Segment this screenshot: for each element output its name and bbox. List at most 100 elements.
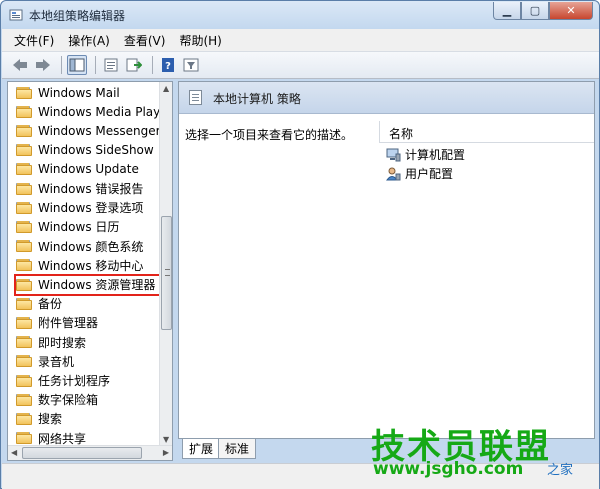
list-item-label: 用户配置 <box>405 167 454 181</box>
item-description: 选择一个项目来查看它的描述。 <box>185 128 354 142</box>
tree-item[interactable]: Windows Mail <box>16 83 120 102</box>
tree-item-label: Windows Messenger <box>38 123 160 138</box>
close-button[interactable]: ✕ <box>549 2 593 20</box>
tree-item[interactable]: Windows 颜色系统 <box>16 237 143 256</box>
name-column-label: 名称 <box>389 127 414 141</box>
export-list-icon <box>126 58 142 72</box>
folder-icon <box>16 412 32 425</box>
scroll-left-icon[interactable]: ◀ <box>11 448 17 457</box>
tree-item[interactable]: 任务计划程序 <box>16 371 110 390</box>
back-arrow-icon <box>13 59 27 71</box>
menu-file[interactable]: 文件(F) <box>14 32 54 49</box>
list-item-label: 计算机配置 <box>405 148 466 162</box>
group-policy-app-icon <box>9 9 23 21</box>
minimize-button[interactable]: ▁ <box>493 2 521 20</box>
tree-item[interactable]: 网络共享 <box>16 429 86 446</box>
policy-document-icon <box>189 90 202 105</box>
tree-item-label: Windows 日历 <box>38 220 120 235</box>
back-button[interactable] <box>10 55 30 75</box>
caption-buttons: ▁ ▢ ✕ <box>493 2 593 20</box>
tree-vertical-scrollbar[interactable]: ▲ ▼ <box>159 82 172 446</box>
tree-vertical-scroll-thumb[interactable] <box>161 216 172 330</box>
scroll-right-icon[interactable]: ▶ <box>163 448 169 457</box>
tree-pane[interactable]: Windows Mail Windows Media Playe Windows M… <box>7 81 173 461</box>
svg-text:?: ? <box>165 61 171 72</box>
help-button[interactable]: ? <box>158 55 178 75</box>
tab-standard[interactable]: 标准 <box>218 439 257 459</box>
tree-item[interactable]: Windows 移动中心 <box>16 256 143 275</box>
window-title: 本地组策略编辑器 <box>29 9 126 23</box>
tree-list: Windows Mail Windows Media Playe Windows M… <box>8 82 160 446</box>
tree-item-label: Windows 颜色系统 <box>38 239 144 254</box>
tree-item[interactable]: Windows 错误报告 <box>16 179 143 198</box>
tree-item-label: Windows Mail <box>38 85 120 100</box>
tree-item[interactable]: Windows 登录选项 <box>16 198 143 217</box>
name-column-header[interactable]: 名称 <box>379 121 594 143</box>
tree-item[interactable]: 附件管理器 <box>16 313 98 332</box>
maximize-button[interactable]: ▢ <box>521 2 549 20</box>
folder-icon <box>16 355 32 368</box>
folder-icon <box>16 297 32 310</box>
folder-icon <box>16 124 32 137</box>
tree-item-label: 任务计划程序 <box>38 374 111 388</box>
tree-horizontal-scroll-thumb[interactable] <box>22 447 142 459</box>
user-config-icon <box>386 167 401 180</box>
list-item-user-config[interactable]: 用户配置 <box>386 164 453 183</box>
tree-item[interactable]: 备份 <box>16 294 62 313</box>
help-icon: ? <box>162 58 174 72</box>
tree-item-label: Windows SideShow <box>38 143 154 158</box>
list-item-computer-config[interactable]: 计算机配置 <box>386 145 465 164</box>
tree-item[interactable]: 数字保险箱 <box>16 390 98 409</box>
folder-icon <box>16 432 32 445</box>
details-pane: 本地计算机 策略 选择一个项目来查看它的描述。 名称 计算机配置 用户配置 <box>178 81 595 439</box>
tree-item-label: Windows Update <box>38 162 139 177</box>
close-icon: ✕ <box>566 4 576 17</box>
export-list-button[interactable] <box>124 55 144 75</box>
folder-icon <box>16 240 32 253</box>
tree-item[interactable]: Windows SideShow <box>16 141 154 160</box>
tree-item-label: 数字保险箱 <box>38 393 99 408</box>
tree-horizontal-scrollbar[interactable]: ◀ ▶ <box>8 445 172 460</box>
toolbar-separator <box>95 56 96 74</box>
tree-item[interactable]: Windows Media Playe <box>16 102 160 121</box>
properties-button[interactable] <box>101 55 121 75</box>
watermark-url: www.jsgho.com <box>373 459 524 479</box>
details-header-title: 本地计算机 策略 <box>213 92 301 106</box>
tree-item-label: Windows 移动中心 <box>38 258 144 273</box>
forward-button[interactable] <box>33 55 53 75</box>
minimize-icon: ▁ <box>502 4 512 17</box>
scroll-down-icon[interactable]: ▼ <box>163 435 169 444</box>
show-tree-button[interactable] <box>67 55 87 75</box>
tree-item[interactable]: Windows Update <box>16 160 139 179</box>
filter-view-button[interactable] <box>181 55 201 75</box>
title-bar[interactable]: 本地组策略编辑器 ▁ ▢ ✕ <box>1 1 599 29</box>
properties-icon <box>104 58 118 72</box>
folder-icon <box>16 144 32 157</box>
menu-help[interactable]: 帮助(H) <box>179 32 221 49</box>
folder-icon <box>16 163 32 176</box>
folder-icon <box>16 105 32 118</box>
tree-item[interactable]: Windows Messenger <box>16 121 160 140</box>
column-divider <box>379 121 380 143</box>
toolbar-separator <box>61 56 62 74</box>
tree-item[interactable]: 录音机 <box>16 352 74 371</box>
details-header: 本地计算机 策略 <box>179 82 594 114</box>
app-window: 本地组策略编辑器 ▁ ▢ ✕ 文件(F) 操作(A) 查看(V) 帮助(H) ?… <box>0 0 600 489</box>
toolbar-separator <box>152 56 153 74</box>
scroll-up-icon[interactable]: ▲ <box>163 84 169 93</box>
folder-icon <box>16 393 32 406</box>
menu-view[interactable]: 查看(V) <box>124 32 166 49</box>
tab-standard-label: 标准 <box>225 442 250 456</box>
folder-icon <box>16 220 32 233</box>
menu-action[interactable]: 操作(A) <box>68 32 110 49</box>
show-tree-icon <box>69 58 85 72</box>
watermark-site: 之家 <box>547 463 574 478</box>
toolbar: ? <box>2 51 599 79</box>
tree-item[interactable]: 搜索 <box>16 409 62 428</box>
tree-item-label: Windows Media Playe <box>38 104 160 119</box>
tab-extended[interactable]: 扩展 <box>182 439 221 459</box>
forward-arrow-icon <box>36 59 50 71</box>
tree-item[interactable]: Windows 日历 <box>16 217 119 236</box>
filter-view-icon <box>183 58 199 72</box>
tree-item[interactable]: 即时搜索 <box>16 333 86 352</box>
